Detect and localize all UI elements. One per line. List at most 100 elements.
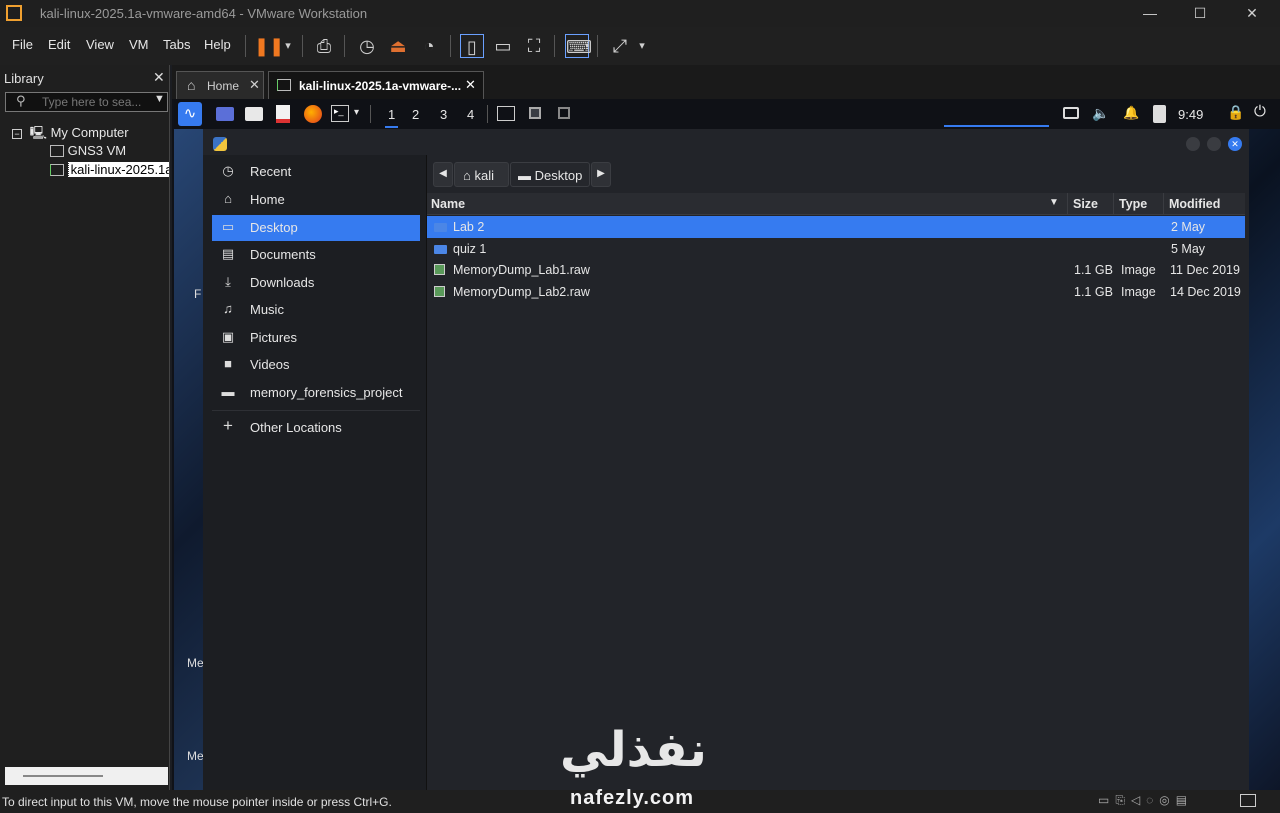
tree-item-gns3-vm[interactable]: GNS3 VM bbox=[50, 143, 126, 158]
column-size[interactable]: Size bbox=[1073, 197, 1098, 211]
minimize-button[interactable]: — bbox=[1135, 5, 1165, 21]
send-keys-icon[interactable]: ⎙ bbox=[312, 34, 336, 58]
workspace-2[interactable]: 2 bbox=[412, 107, 419, 122]
display-icon[interactable] bbox=[1063, 107, 1079, 119]
sidebar-item-music[interactable]: ♫ Music bbox=[212, 297, 420, 323]
power-icon[interactable]: ⏻ bbox=[1254, 103, 1266, 120]
sort-down-icon[interactable]: ▼ bbox=[1049, 197, 1059, 208]
file-name: MemoryDump_Lab2.raw bbox=[453, 285, 590, 299]
sidebar-item-memory-forensics-project[interactable]: ▬ memory_forensics_project bbox=[212, 380, 420, 406]
library-search-input[interactable]: Type here to sea... bbox=[5, 92, 168, 112]
window-close-button[interactable]: ✕ bbox=[1228, 137, 1242, 151]
breadcrumb-forward-button[interactable]: ▶ bbox=[591, 162, 611, 187]
tree-item-label: My Computer bbox=[50, 125, 129, 140]
collapse-icon[interactable]: − bbox=[12, 129, 22, 139]
volume-icon[interactable]: 🔈 bbox=[1092, 105, 1109, 122]
pause-icon[interactable]: ❚❚ bbox=[254, 34, 284, 58]
kali-menu-icon[interactable]: ∿ bbox=[178, 102, 202, 126]
horizontal-scrollbar[interactable] bbox=[5, 767, 168, 785]
desktop-label-fragment: Me bbox=[187, 749, 204, 763]
sidebar-item-videos[interactable]: ■ Videos bbox=[212, 352, 420, 378]
tab-home[interactable]: ⌂ Home ✕ bbox=[176, 71, 264, 99]
chevron-down-icon[interactable]: ▾ bbox=[630, 34, 654, 58]
file-row[interactable]: quiz 1 5 May bbox=[427, 238, 1245, 260]
console-view-icon[interactable]: ⌨ bbox=[565, 34, 592, 58]
close-button[interactable]: ✕ bbox=[1237, 5, 1267, 22]
tree-item-label: GNS3 VM bbox=[67, 143, 127, 158]
document-icon: ▤ bbox=[221, 246, 235, 261]
sidebar-item-other-locations[interactable]: + Other Locations bbox=[212, 415, 420, 441]
chevron-down-icon[interactable]: ▾ bbox=[276, 34, 300, 58]
tab-close-icon[interactable]: ✕ bbox=[465, 77, 476, 93]
library-view-icon[interactable]: ▯ bbox=[460, 34, 484, 58]
column-divider bbox=[1163, 193, 1164, 215]
chevron-down-icon[interactable]: ▾ bbox=[354, 107, 359, 118]
maximize-button[interactable]: ☐ bbox=[1185, 5, 1215, 22]
file-row[interactable]: MemoryDump_Lab2.raw 1.1 GB Image 14 Dec … bbox=[427, 281, 1245, 303]
menu-view[interactable]: View bbox=[86, 37, 114, 52]
vm-running-icon bbox=[50, 164, 64, 176]
sidebar-item-downloads[interactable]: ⤓ Downloads bbox=[212, 270, 420, 296]
window-minimize-button[interactable] bbox=[1186, 137, 1200, 151]
menu-edit[interactable]: Edit bbox=[48, 37, 70, 52]
fullscreen-status-icon[interactable] bbox=[1240, 794, 1256, 807]
breadcrumb-kali[interactable]: ⌂ kali bbox=[454, 162, 509, 187]
breadcrumb-back-button[interactable]: ◀ bbox=[433, 162, 453, 187]
menu-tabs[interactable]: Tabs bbox=[163, 37, 190, 52]
menu-file[interactable]: File bbox=[12, 37, 33, 52]
workspace-4[interactable]: 4 bbox=[467, 107, 474, 122]
sidebar-item-label: Music bbox=[250, 302, 284, 317]
sidebar-item-desktop[interactable]: ▭ Desktop bbox=[212, 215, 420, 241]
download-icon: ⤓ bbox=[225, 274, 231, 289]
workspace-1[interactable]: 1 bbox=[385, 107, 399, 128]
file-manager-icon[interactable] bbox=[245, 107, 263, 121]
file-row[interactable]: Lab 2 2 May bbox=[427, 216, 1245, 238]
vm-icon bbox=[50, 145, 64, 157]
column-modified[interactable]: Modified bbox=[1169, 197, 1220, 211]
sidebar-item-label: Videos bbox=[250, 357, 290, 372]
panel-clock[interactable]: 9:49 bbox=[1178, 107, 1203, 122]
window-maximize-button[interactable] bbox=[1207, 137, 1221, 151]
workspace-3[interactable]: 3 bbox=[440, 107, 447, 122]
show-desktop-icon[interactable] bbox=[216, 107, 234, 121]
sidebar-item-documents[interactable]: ▤ Documents bbox=[212, 242, 420, 268]
tab-close-icon[interactable]: ✕ bbox=[249, 77, 260, 93]
sidebar-item-label: Home bbox=[250, 192, 285, 207]
lock-icon[interactable]: 🔒 bbox=[1227, 104, 1244, 121]
snapshot-manager-icon[interactable]: ◔ bbox=[417, 34, 441, 58]
disk-image-icon bbox=[434, 286, 445, 297]
scrollbar-thumb[interactable] bbox=[23, 775, 103, 777]
sidebar-item-home[interactable]: ⌂ Home bbox=[212, 187, 420, 213]
tab-kali[interactable]: kali-linux-2025.1a-vmware-... ✕ bbox=[268, 71, 484, 99]
music-icon: ♫ bbox=[223, 301, 233, 316]
firefox-icon[interactable] bbox=[304, 105, 322, 123]
sidebar-item-recent[interactable]: ◷ Recent bbox=[212, 159, 420, 185]
library-close-icon[interactable]: ✕ bbox=[153, 69, 165, 86]
file-row[interactable]: MemoryDump_Lab1.raw 1.1 GB Image 11 Dec … bbox=[427, 259, 1245, 281]
snapshot-icon[interactable]: ◷ bbox=[355, 34, 379, 58]
device-icons[interactable]: ▭⎘◁◌◎▤ bbox=[1098, 793, 1193, 808]
terminal-window-icon[interactable] bbox=[497, 106, 515, 121]
text-editor-icon[interactable] bbox=[276, 105, 290, 123]
chevron-down-icon[interactable]: ▼ bbox=[154, 93, 165, 105]
sidebar-item-pictures[interactable]: ▣ Pictures bbox=[212, 325, 420, 351]
tree-item-kali[interactable]: kali-linux-2025.1a bbox=[50, 162, 169, 177]
sidebar-item-label: Desktop bbox=[250, 220, 298, 235]
column-type[interactable]: Type bbox=[1119, 197, 1147, 211]
stretch-icon[interactable]: ⤢ bbox=[608, 34, 632, 58]
breadcrumb-desktop[interactable]: ▬ Desktop bbox=[510, 162, 590, 187]
window-button-icon[interactable] bbox=[529, 107, 541, 119]
column-name[interactable]: Name bbox=[431, 197, 465, 211]
picture-icon: ▣ bbox=[221, 329, 235, 344]
menu-help[interactable]: Help bbox=[204, 37, 231, 52]
menu-vm[interactable]: VM bbox=[129, 37, 149, 52]
thumbnail-view-icon[interactable]: ▭ bbox=[491, 34, 515, 58]
notification-bell-icon[interactable]: 🔔 bbox=[1123, 105, 1139, 121]
menu-bar: File Edit View VM Tabs Help ❚❚ ▾ ⎙ ◷ ⏏ ◔… bbox=[0, 27, 1280, 65]
file-name: MemoryDump_Lab1.raw bbox=[453, 263, 590, 277]
desktop-label-fragment: Me bbox=[187, 656, 204, 670]
revert-snapshot-icon[interactable]: ⏏ bbox=[386, 34, 410, 58]
window-button-icon[interactable] bbox=[558, 107, 570, 119]
terminal-icon[interactable]: ▸_ bbox=[331, 105, 349, 122]
fullscreen-icon[interactable]: ⛶ bbox=[522, 34, 546, 58]
